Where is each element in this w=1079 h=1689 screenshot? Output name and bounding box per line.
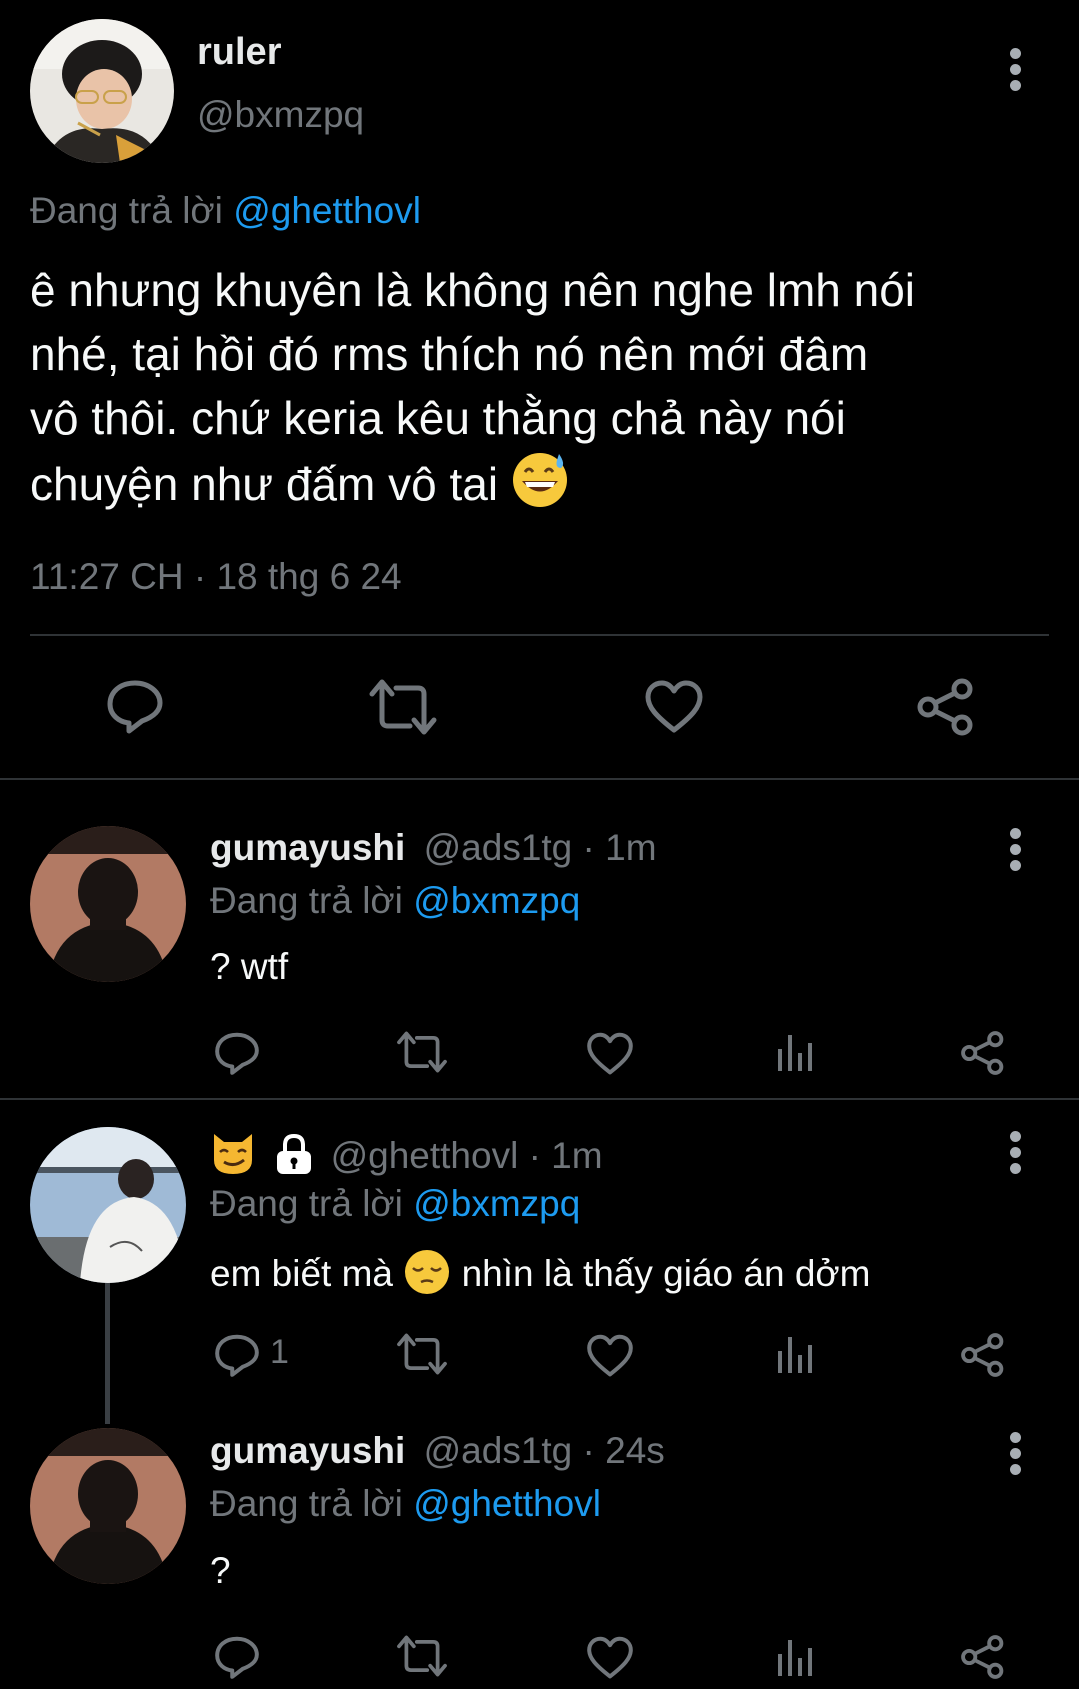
reply-time[interactable]: · 24s <box>583 1430 665 1471</box>
timestamp[interactable]: 11:27 CH · 18 thg 6 24 <box>30 556 402 598</box>
replying-to-link[interactable]: @ghetthovl <box>413 1483 601 1524</box>
divider <box>30 634 1049 636</box>
reply-icon[interactable] <box>214 1030 260 1076</box>
more-options-icon[interactable] <box>1006 828 1026 872</box>
views-icon[interactable] <box>776 1636 816 1678</box>
pensive-face-icon <box>403 1248 451 1305</box>
avatar[interactable] <box>30 19 174 163</box>
replying-to-line: Đang trả lời @ghetthovl <box>30 190 421 232</box>
user-handle[interactable]: @bxmzpq <box>197 94 364 136</box>
tweet-text-line: vô thôi. chứ keria kêu thằng chả này nói <box>30 392 846 444</box>
share-icon[interactable] <box>960 1634 1006 1680</box>
tweet-text-line: nhé, tại hồi đó rms thích nó nên mới đâm <box>30 328 869 380</box>
like-icon[interactable] <box>644 680 704 734</box>
share-icon[interactable] <box>960 1332 1006 1378</box>
reply-text: ? wtf <box>210 946 289 987</box>
views-icon[interactable] <box>776 1031 816 1073</box>
replying-to-line: Đang trả lời @bxmzpq <box>210 1183 580 1225</box>
share-icon[interactable] <box>916 677 976 737</box>
tweet-text-line: chuyện như đấm vô tai <box>30 450 915 524</box>
display-name[interactable]: gumayushi <box>210 827 405 868</box>
replying-to-line: Đang trả lời @ghetthovl <box>210 1483 601 1525</box>
replying-prefix: Đang trả lời <box>210 880 403 921</box>
display-name[interactable]: ruler <box>197 31 281 74</box>
replying-prefix: Đang trả lời <box>210 1483 403 1524</box>
divider <box>0 1098 1079 1100</box>
replying-to-link[interactable]: @bxmzpq <box>413 880 580 921</box>
display-name[interactable]: gumayushi <box>210 1430 405 1471</box>
grinning-face-with-sweat-icon <box>511 450 569 524</box>
smirking-cat-icon[interactable] <box>210 1130 256 1185</box>
reply-header: @ghetthovl · 1m <box>210 1130 603 1185</box>
like-icon[interactable] <box>586 1032 634 1076</box>
replying-prefix: Đang trả lời <box>30 190 223 231</box>
like-icon[interactable] <box>586 1334 634 1378</box>
reply-header: gumayushi @ads1tg · 24s <box>210 1430 665 1472</box>
reply-icon[interactable] <box>214 1332 260 1378</box>
lock-icon <box>272 1132 316 1185</box>
retweet-icon[interactable] <box>396 1030 448 1074</box>
like-icon[interactable] <box>586 1636 634 1680</box>
avatar[interactable] <box>30 1428 186 1584</box>
avatar[interactable] <box>30 1127 186 1283</box>
reply-icon[interactable] <box>214 1634 260 1680</box>
user-handle[interactable]: @ghetthovl <box>331 1135 519 1176</box>
replying-prefix: Đang trả lời <box>210 1183 403 1224</box>
thread-line <box>105 1282 110 1424</box>
share-icon[interactable] <box>960 1030 1006 1076</box>
tweet-text: ê nhưng khuyên là không nên nghe lmh nói… <box>30 258 915 524</box>
avatar[interactable] <box>30 826 186 982</box>
replying-to-link[interactable]: @ghetthovl <box>233 190 421 231</box>
user-handle[interactable]: @ads1tg <box>424 827 573 868</box>
replying-to-line: Đang trả lời @bxmzpq <box>210 880 580 922</box>
reply-text: ? <box>210 1550 231 1591</box>
reply-icon[interactable] <box>106 677 164 735</box>
reply-header: gumayushi @ads1tg · 1m <box>210 827 657 869</box>
retweet-icon[interactable] <box>396 1332 448 1376</box>
replying-to-link[interactable]: @bxmzpq <box>413 1183 580 1224</box>
views-icon[interactable] <box>776 1333 816 1375</box>
divider <box>0 778 1079 780</box>
retweet-icon[interactable] <box>368 678 438 736</box>
more-options-icon[interactable] <box>1006 1432 1026 1476</box>
reply-count: 1 <box>270 1333 289 1371</box>
reply-time[interactable]: · 1m <box>529 1135 603 1176</box>
reply-text: em biết mà nhìn là thấy giáo án dởm <box>210 1248 871 1305</box>
user-handle[interactable]: @ads1tg <box>424 1430 573 1471</box>
reply-time[interactable]: · 1m <box>583 827 657 868</box>
tweet-text-line: ê nhưng khuyên là không nên nghe lmh nói <box>30 264 916 316</box>
retweet-icon[interactable] <box>396 1634 448 1678</box>
more-options-icon[interactable] <box>1006 1131 1026 1175</box>
more-options-icon[interactable] <box>1006 48 1026 92</box>
